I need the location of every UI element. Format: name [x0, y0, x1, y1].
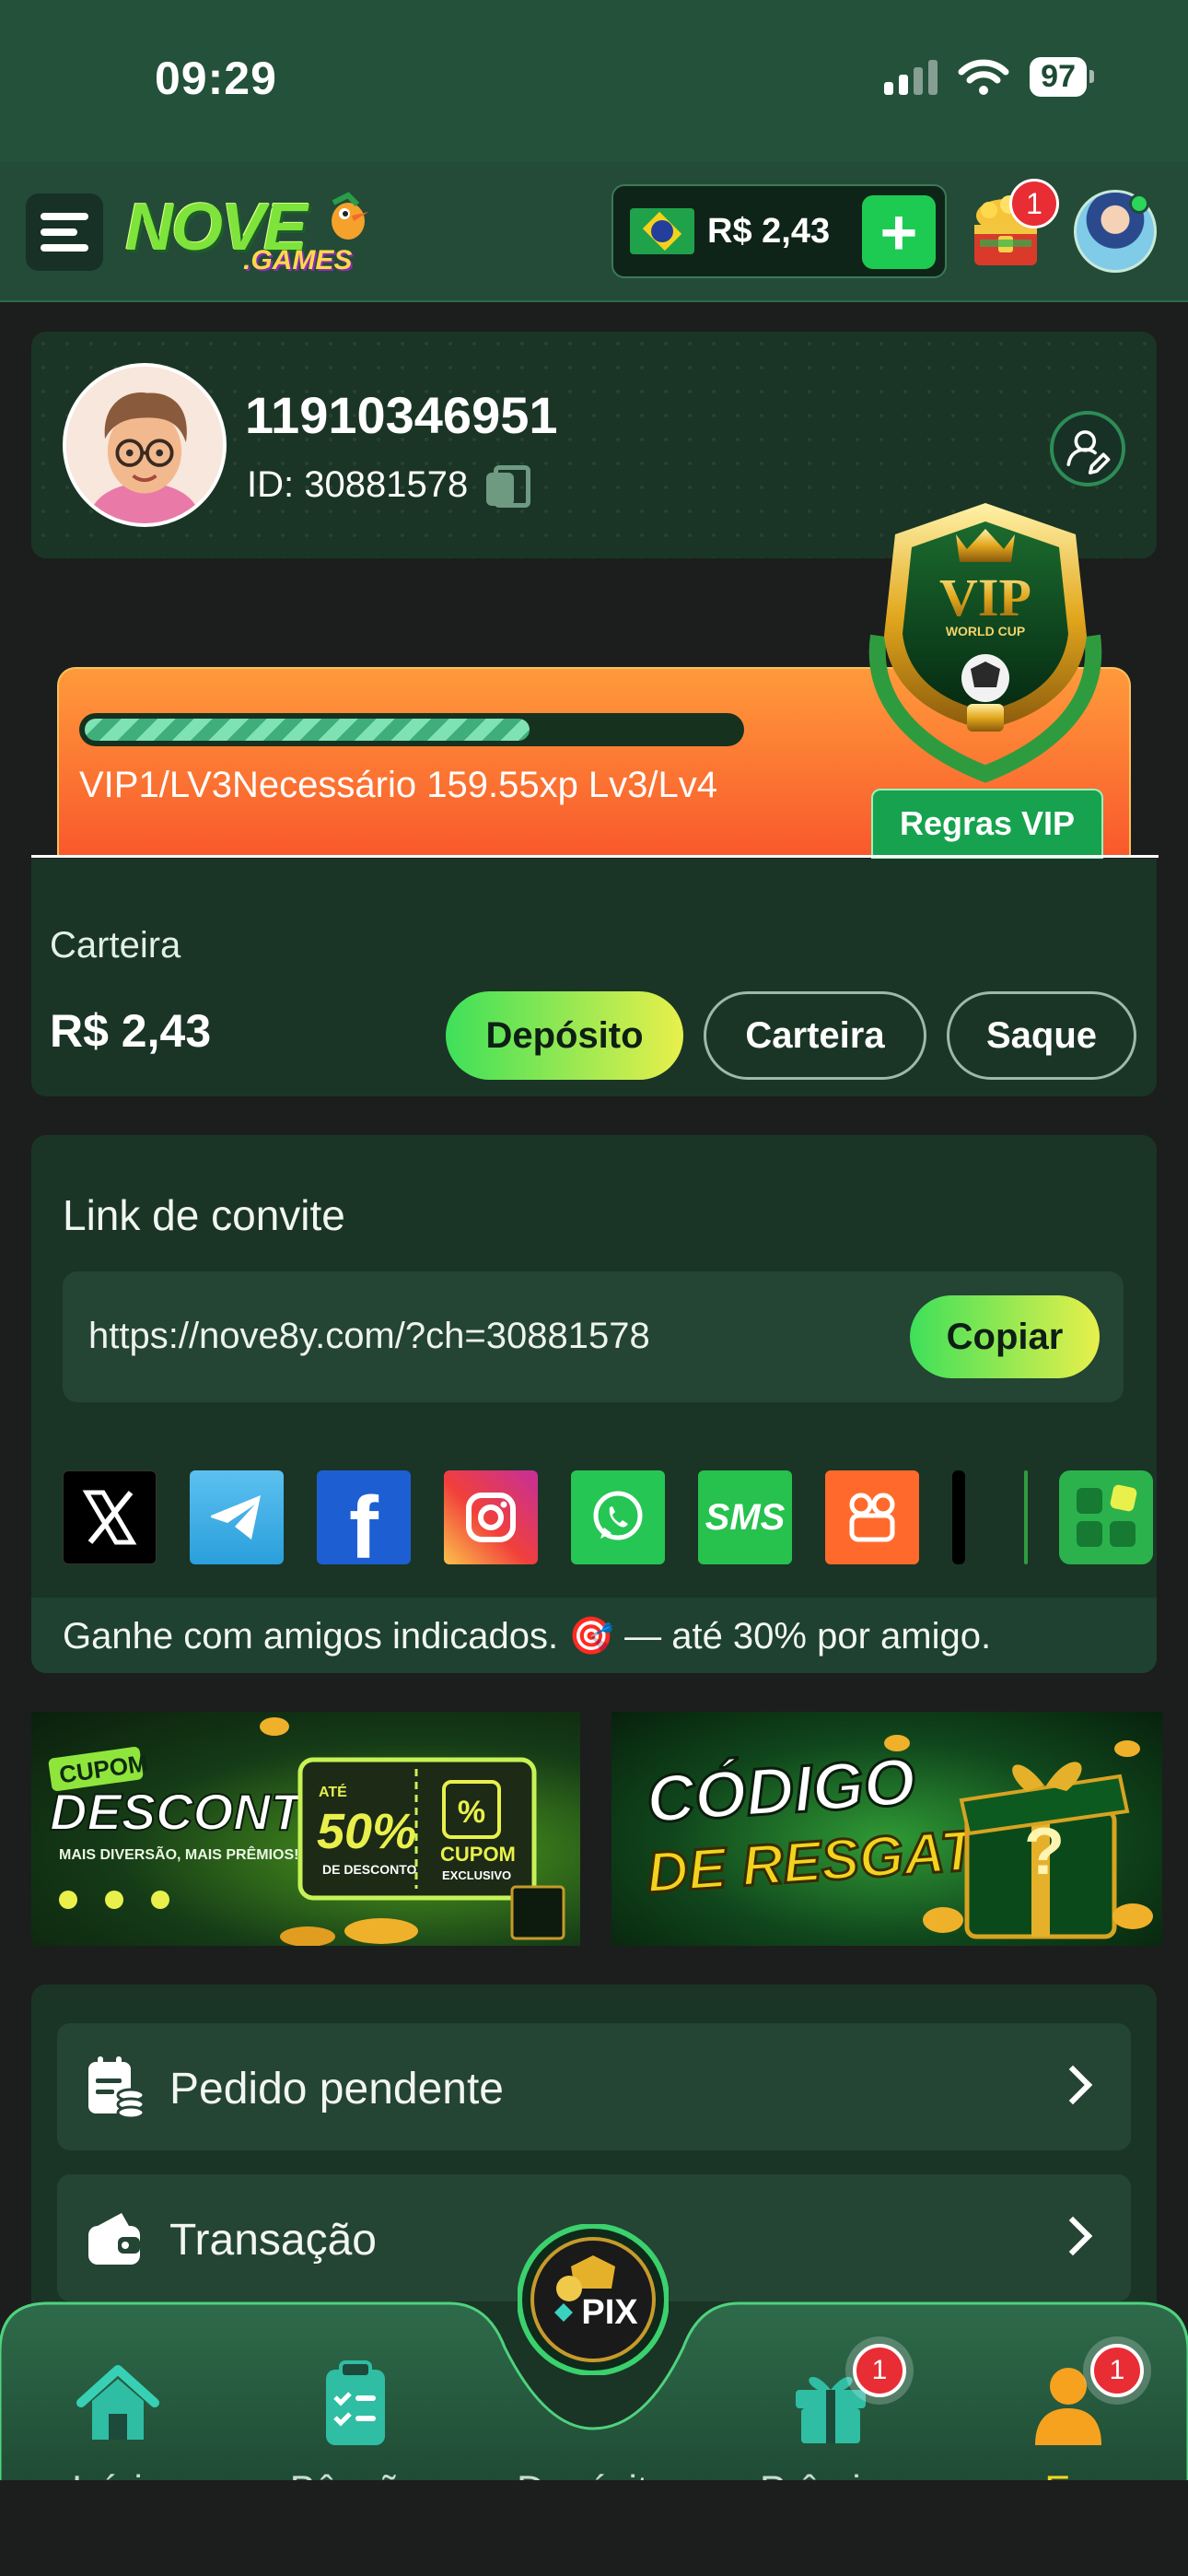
- battery-indicator: 97: [1030, 57, 1094, 97]
- status-bar: 09:29 97: [0, 0, 1188, 162]
- invite-url[interactable]: https://nove8y.com/?ch=30881578: [88, 1316, 650, 1357]
- banner-discount-subtitle: MAIS DIVERSÃO, MAIS PRÊMIOS!: [59, 1844, 298, 1863]
- status-time: 09:29: [155, 53, 277, 104]
- chevron-right-icon: [1053, 2216, 1093, 2256]
- me-notification-badge: 1: [1090, 2344, 1144, 2397]
- status-icons: 97: [884, 57, 1094, 97]
- edit-profile-icon[interactable]: [1050, 411, 1125, 486]
- x-icon[interactable]: [63, 1470, 157, 1564]
- wallet-icon: [88, 2213, 140, 2265]
- telegram-icon[interactable]: [190, 1470, 284, 1564]
- home-indicator-area: [0, 2480, 1188, 2576]
- add-funds-button[interactable]: +: [862, 195, 936, 269]
- invite-title: Link de convite: [63, 1191, 345, 1239]
- vip-status-text: VIP1/LV3Necessário 159.55xp Lv3/Lv4: [79, 765, 718, 805]
- chest-notification-badge: 1: [1009, 179, 1059, 228]
- clipboard-icon: [326, 2360, 385, 2445]
- banner-coupon-sub: EXCLUSIVO: [442, 1868, 511, 1882]
- nove-games-logo[interactable]: NOVE .GAMES: [125, 190, 383, 275]
- menu-item-label: Pedido pendente: [169, 2065, 504, 2113]
- wallet-card: Carteira R$ 2,43 Depósito Carteira Saque: [31, 859, 1157, 1096]
- pix-icon: PIX: [518, 2224, 669, 2375]
- prizes-notification-badge: 1: [853, 2344, 906, 2397]
- balance-box[interactable]: R$ 2,43 +: [611, 184, 947, 278]
- vip-badge-icon: VIP WORLD CUP: [868, 503, 1102, 783]
- svg-text:?: ?: [1024, 1815, 1065, 1889]
- discount-coupon-banner[interactable]: CUPOM DESCONTO MAIS DIVERSÃO, MAIS PRÊMI…: [31, 1712, 580, 1946]
- divider: [31, 855, 1159, 858]
- profile-id: ID: 30881578: [247, 464, 469, 505]
- referral-note: Ganhe com amigos indicados. 🎯 — até 30% …: [31, 1598, 1157, 1673]
- menu-item-label: Transação: [169, 2216, 377, 2265]
- banner-percent-desc: DE DESCONTO: [322, 1862, 417, 1877]
- invite-link-box: https://nove8y.com/?ch=30881578 Copiar: [63, 1271, 1124, 1402]
- logo-mascot-icon: [332, 192, 368, 240]
- menu-item-pending-order[interactable]: Pedido pendente: [57, 2023, 1131, 2150]
- copy-id-icon[interactable]: [486, 464, 531, 508]
- banner-redeem-line1: CÓDIGO: [645, 1745, 918, 1837]
- wallet-button[interactable]: Carteira: [704, 991, 926, 1080]
- banner-ate: ATÉ: [319, 1783, 347, 1800]
- sms-icon[interactable]: SMS: [698, 1470, 792, 1564]
- redeem-code-banner[interactable]: CÓDIGO DE RESGATE ?: [611, 1712, 1162, 1946]
- instagram-icon[interactable]: [444, 1470, 538, 1564]
- wifi-icon: [958, 59, 1009, 95]
- wallet-amount: R$ 2,43: [50, 1005, 212, 1057]
- banner-percent: 50%: [317, 1804, 416, 1859]
- signal-icon: [884, 59, 938, 95]
- header-balance: R$ 2,43: [707, 211, 831, 251]
- invite-card: Link de convite https://nove8y.com/?ch=3…: [31, 1135, 1157, 1673]
- whatsapp-icon[interactable]: [571, 1470, 665, 1564]
- vip-progress-bar: [79, 713, 744, 746]
- banner-discount-title: DESCONTO: [50, 1783, 341, 1841]
- withdraw-button[interactable]: Saque: [947, 991, 1136, 1080]
- vip-rules-button[interactable]: Regras VIP: [871, 789, 1103, 859]
- profile-id-row: ID: 30881578: [247, 464, 531, 508]
- kwai-icon[interactable]: [825, 1470, 919, 1564]
- profile-username: 11910346951: [245, 386, 558, 444]
- app-header: NOVE .GAMES R$ 2,43 + 1: [0, 162, 1188, 302]
- brazil-flag-icon: [630, 208, 694, 254]
- pix-label: PIX: [581, 2293, 638, 2332]
- copy-link-button[interactable]: Copiar: [910, 1295, 1100, 1378]
- logo-subtext: .GAMES: [243, 245, 353, 275]
- more-apps-icon[interactable]: [1059, 1470, 1153, 1564]
- online-status-dot: [1129, 193, 1149, 214]
- share-divider: [1024, 1470, 1028, 1564]
- facebook-icon[interactable]: f: [317, 1470, 411, 1564]
- deposit-button[interactable]: Depósito: [446, 991, 683, 1080]
- profile-avatar[interactable]: [63, 363, 227, 527]
- vip-badge-text: VIP: [939, 568, 1031, 627]
- home-icon: [76, 2365, 159, 2440]
- vip-badge-subtext: WORLD CUP: [946, 624, 1025, 638]
- chevron-right-icon: [1053, 2065, 1093, 2105]
- share-row: f SMS: [63, 1470, 1153, 1564]
- wallet-label: Carteira: [50, 925, 181, 966]
- pending-order-icon: [88, 2056, 146, 2119]
- vip-progress-fill: [85, 719, 530, 741]
- menu-button[interactable]: [26, 193, 103, 271]
- banner-coupon-label: CUPOM: [440, 1843, 516, 1866]
- partial-share-icon[interactable]: [952, 1470, 965, 1564]
- svg-text:%: %: [458, 1795, 485, 1830]
